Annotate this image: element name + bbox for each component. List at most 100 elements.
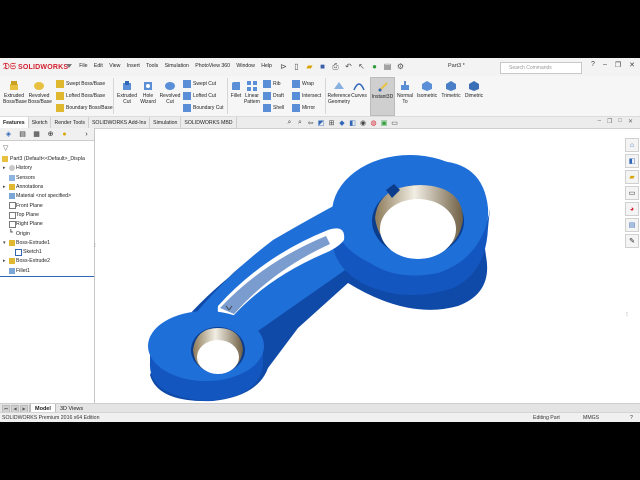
new-document-icon[interactable]: ▯ — [291, 61, 302, 72]
wrap-button[interactable]: Wrap — [292, 80, 314, 88]
tree-item-history[interactable]: ▸ History — [0, 164, 94, 173]
rib-button[interactable]: Rib — [263, 80, 281, 88]
tree-item-fillet1[interactable]: Fillet1 — [0, 267, 94, 277]
boundary-cut-button[interactable]: Boundary Cut — [183, 104, 224, 112]
appearances-icon[interactable]: ◕ — [625, 202, 639, 216]
tree-item-sketch1[interactable]: Sketch1 — [0, 248, 94, 257]
design-library-icon[interactable]: ▭ — [625, 186, 639, 200]
panel-collapse-handle[interactable]: ⁝ — [94, 242, 97, 252]
panel-expand-icon[interactable]: › — [82, 130, 91, 139]
previous-view-icon[interactable]: ⇦ — [306, 118, 315, 127]
dimetric-button[interactable]: Dimetric — [463, 80, 485, 99]
tree-item-material[interactable]: Material <not specified> — [0, 192, 94, 201]
file-properties-icon[interactable]: ▤ — [382, 61, 393, 72]
lofted-boss-button[interactable]: Lofted Boss/Base — [56, 92, 105, 100]
status-help-icon[interactable]: ? — [630, 415, 633, 421]
tree-item-origin[interactable]: ┗ Origin — [0, 229, 94, 238]
view-settings-icon[interactable]: ▭ — [390, 118, 399, 127]
menu-file[interactable]: File — [76, 63, 91, 69]
displaymanager-tab-icon[interactable]: ● — [60, 130, 69, 139]
normal-to-button[interactable]: Normal To — [395, 80, 415, 105]
print-icon[interactable]: ⎙ — [330, 61, 341, 72]
part-model-graphic[interactable] — [98, 128, 622, 407]
configurationmanager-tab-icon[interactable]: ▦ — [32, 130, 41, 139]
tab-simulation[interactable]: Simulation — [150, 117, 182, 128]
viewport-close-icon[interactable]: ✕ — [628, 118, 633, 125]
tree-item-sensors[interactable]: Sensors — [0, 174, 94, 183]
mirror-button[interactable]: Mirror — [292, 104, 315, 112]
custom-properties-icon[interactable]: ▤ — [625, 218, 639, 232]
menu-insert[interactable]: Insert — [124, 63, 143, 69]
hide-show-items-icon[interactable]: ◉ — [359, 118, 368, 127]
filter-icon[interactable]: ▽ — [3, 144, 8, 152]
extruded-cut-button[interactable]: Extruded Cut — [116, 80, 138, 105]
tab-sketch[interactable]: Sketch — [29, 117, 52, 128]
tab-features[interactable]: Features — [0, 117, 29, 128]
rebuild-icon[interactable]: ● — [369, 61, 380, 72]
swept-boss-button[interactable]: Swept Boss/Base — [56, 80, 105, 88]
tab-mbd[interactable]: SOLIDWORKS MBD — [181, 117, 237, 128]
section-view-icon[interactable]: ◩ — [317, 118, 326, 127]
menu-view[interactable]: View — [106, 63, 124, 69]
zoom-to-fit-icon[interactable]: ⌕ — [285, 118, 294, 127]
expand-icon[interactable]: ▸ — [3, 165, 6, 171]
menu-simulation[interactable]: Simulation — [161, 63, 192, 69]
tab-addins[interactable]: SOLIDWORKS Add-Ins — [89, 117, 151, 128]
expand-icon[interactable]: ▸ — [3, 184, 6, 190]
task-pane-handle[interactable]: ⁝ — [626, 311, 628, 318]
resources-icon[interactable]: ◧ — [625, 154, 639, 168]
tree-item-top-plane[interactable]: Top Plane — [0, 211, 94, 220]
open-folder-icon[interactable]: ▰ — [304, 61, 315, 72]
menu-expand-icon[interactable] — [66, 64, 72, 68]
options-gear-icon[interactable]: ⚙ — [395, 61, 406, 72]
dynamic-annotation-icon[interactable]: ⊞ — [327, 118, 336, 127]
help-icon[interactable]: ? — [591, 61, 595, 69]
status-units[interactable]: MMGS — [583, 415, 599, 421]
boundary-boss-button[interactable]: Boundary Boss/Base — [56, 104, 113, 112]
viewport-maximize-icon[interactable]: □ — [618, 118, 622, 125]
graphics-area[interactable] — [98, 128, 622, 407]
undo-icon[interactable]: ↶ — [343, 61, 354, 72]
hole-wizard-button[interactable]: Hole Wizard — [138, 80, 158, 105]
shell-button[interactable]: Shell — [263, 104, 284, 112]
save-icon[interactable]: ■ — [317, 61, 328, 72]
trimetric-button[interactable]: Trimetric — [439, 80, 463, 99]
dimxpert-tab-icon[interactable]: ⊕ — [46, 130, 55, 139]
file-explorer-icon[interactable]: ▰ — [625, 170, 639, 184]
revolved-boss-button[interactable]: Revolved Boss/Base — [28, 80, 52, 105]
propertymanager-tab-icon[interactable]: ▤ — [18, 130, 27, 139]
tree-root[interactable]: Part3 (Default<<Default>_Displa — [0, 155, 94, 164]
tree-item-annotations[interactable]: ▸ Annotations — [0, 183, 94, 192]
featuremanager-tab-icon[interactable]: ◈ — [4, 130, 13, 139]
tab-render-tools[interactable]: Render Tools — [51, 117, 89, 128]
menu-help[interactable]: Help — [258, 63, 275, 69]
fillet-button[interactable]: Fillet — [229, 80, 243, 99]
minimize-icon[interactable]: – — [603, 61, 607, 69]
menu-window[interactable]: Window — [233, 63, 258, 69]
isometric-button[interactable]: Isometric — [415, 80, 439, 99]
restore-icon[interactable]: ❐ — [615, 61, 621, 69]
apply-scene-icon[interactable]: ▣ — [380, 118, 389, 127]
pin-icon[interactable]: ⊳ — [278, 61, 289, 72]
intersect-button[interactable]: Intersect — [292, 92, 321, 100]
solidworks-logo[interactable]: 𝔇𝔖 SOLIDWORKS — [3, 61, 68, 73]
viewport-minimize-icon[interactable]: – — [598, 118, 601, 125]
revolved-cut-button[interactable]: Revolved Cut — [159, 80, 181, 105]
tree-item-front-plane[interactable]: Front Plane — [0, 201, 94, 210]
view-orientation-icon[interactable]: ◆ — [338, 118, 347, 127]
tree-item-right-plane[interactable]: Right Plane — [0, 220, 94, 229]
search-commands-input[interactable]: Search Commands — [500, 62, 582, 74]
curves-button[interactable]: Curves — [351, 80, 367, 99]
close-icon[interactable]: ✕ — [629, 61, 635, 69]
zoom-to-area-icon[interactable]: ⌕ — [296, 118, 305, 127]
menu-tools[interactable]: Tools — [143, 63, 161, 69]
select-icon[interactable]: ↖ — [356, 61, 367, 72]
reference-geometry-button[interactable]: Reference Geometry — [327, 80, 351, 105]
extruded-boss-button[interactable]: Extruded Boss/Base — [3, 80, 27, 105]
solidworks-forum-icon[interactable]: ✎ — [625, 234, 639, 248]
menu-edit[interactable]: Edit — [91, 63, 106, 69]
tree-item-boss-extrude1[interactable]: ▾ Boss-Extrude1 — [0, 239, 94, 248]
linear-pattern-button[interactable]: Linear Pattern — [243, 80, 261, 105]
collapse-icon[interactable]: ▾ — [3, 240, 6, 246]
menu-photoview[interactable]: PhotoView 360 — [192, 63, 233, 69]
